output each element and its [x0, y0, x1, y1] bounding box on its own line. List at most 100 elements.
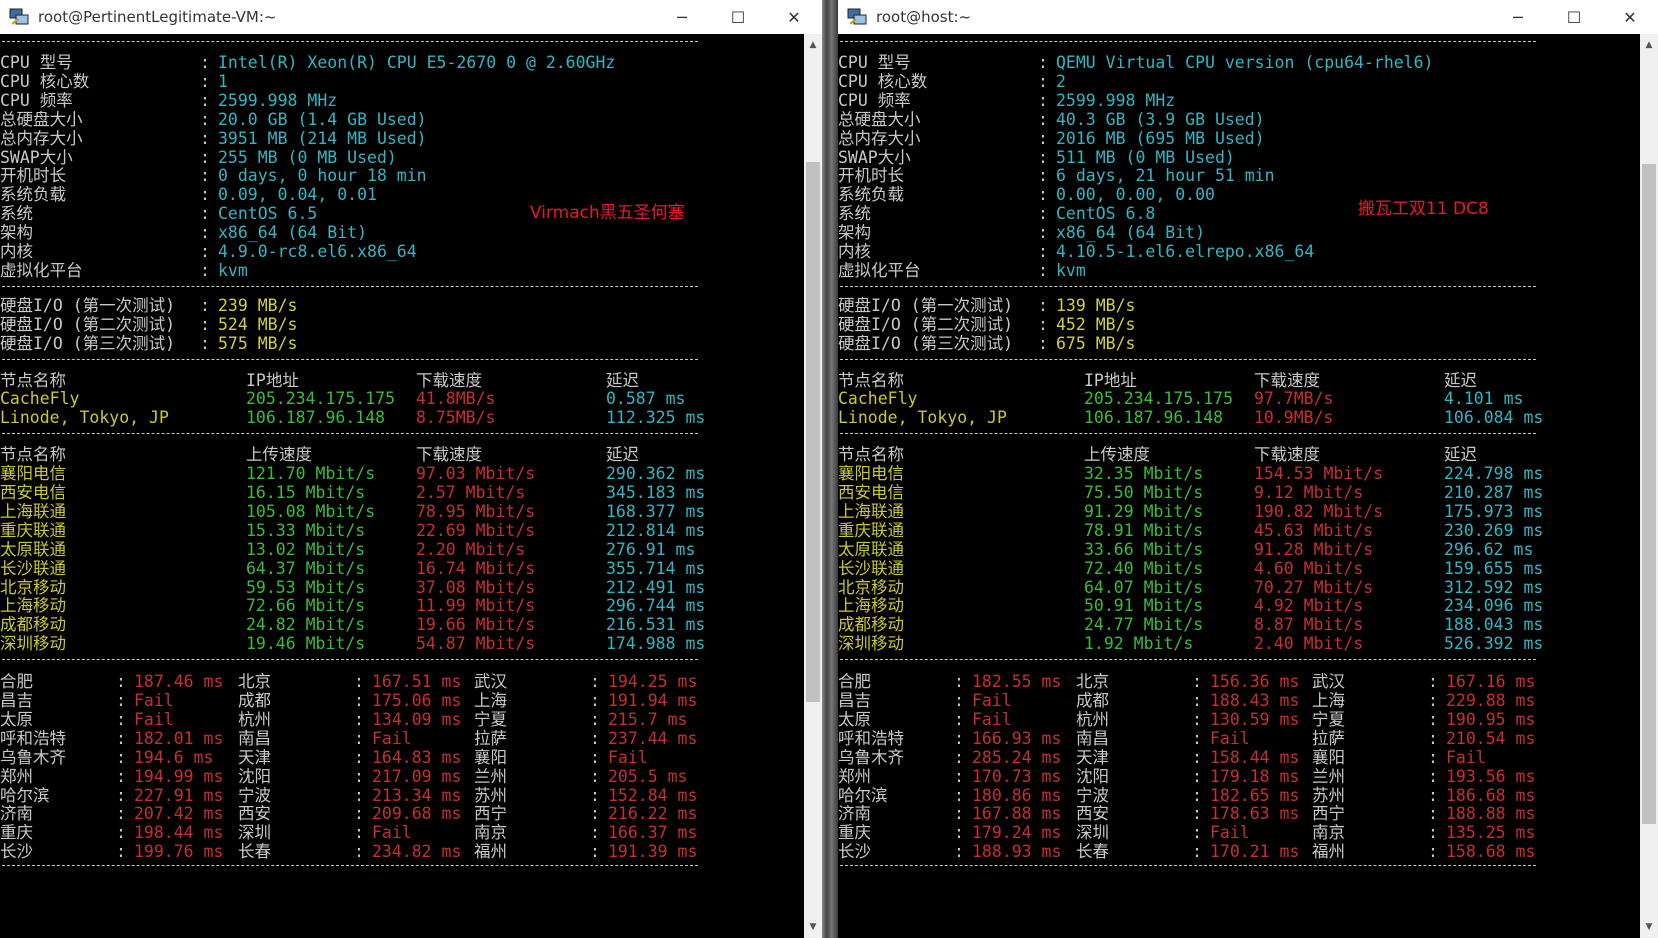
- colon-separator: :: [1038, 71, 1048, 91]
- ping-value: 182.65 ms: [1210, 785, 1300, 805]
- ping-value: 178.63 ms: [1210, 804, 1300, 824]
- sysinfo-value: x86_64 (64 Bit): [218, 223, 368, 243]
- colon-separator: :: [590, 823, 600, 843]
- terminal-window-left: root@PertinentLegitimate-VM:~ ─ ☐ ✕ CPU …: [0, 0, 822, 938]
- close-button[interactable]: ✕: [766, 0, 822, 34]
- scrollbar-thumb[interactable]: [1642, 164, 1656, 824]
- minimize-button[interactable]: ─: [1490, 0, 1546, 34]
- separator-line: [2, 433, 698, 435]
- ping-value: 158.44 ms: [1210, 747, 1300, 767]
- scrollbar[interactable]: ▲ ▼: [804, 34, 822, 938]
- minimize-button[interactable]: ─: [654, 0, 710, 34]
- terminal-output[interactable]: CPU 型号: QEMU Virtual CPU version (cpu64-r…: [838, 34, 1638, 938]
- title-bar[interactable]: root@host:~ ─ ☐ ✕: [838, 0, 1658, 34]
- ping-city: 长沙: [838, 842, 871, 862]
- separator-line: [840, 433, 1536, 435]
- sysinfo-key: CPU 核心数: [838, 71, 928, 91]
- column-header: 节点名称: [838, 445, 904, 465]
- speedtest-row: 成都移动 24.77 Mbit/s 8.87 Mbit/s 188.043 ms: [838, 615, 1638, 635]
- scroll-up-arrow-icon[interactable]: ▲: [804, 36, 822, 54]
- column-header: 节点名称: [0, 370, 66, 390]
- column-header: 下载速度: [416, 370, 482, 390]
- speedtest-cell: 72.40 Mbit/s: [1084, 558, 1204, 578]
- sysinfo-key: 架构: [0, 223, 33, 243]
- ping-value: 164.83 ms: [372, 747, 462, 767]
- ping-row: 合肥:182.55 ms 北京:156.36 ms 武汉:167.16 ms: [838, 672, 1638, 692]
- scrollbar-thumb[interactable]: [806, 162, 820, 702]
- ping-city: 郑州: [838, 766, 871, 786]
- ping-value: 135.25 ms: [1446, 823, 1536, 843]
- ping-value: Fail: [608, 747, 648, 767]
- speedtest-cell: 11.99 Mbit/s: [416, 596, 536, 616]
- speedtest-cell: 22.69 Mbit/s: [416, 520, 536, 540]
- ping-value: 175.06 ms: [372, 691, 462, 710]
- colon-separator: :: [954, 691, 964, 710]
- ping-city: 西宁: [474, 804, 507, 824]
- ping-row: 昌吉: Fail 成都:175.06 ms 上海:191.94 ms: [0, 691, 800, 711]
- speedtest-cell: 224.798 ms: [1444, 464, 1544, 484]
- ping-row: 长沙:188.93 ms 长春:170.21 ms 福州:158.68 ms: [838, 842, 1638, 862]
- window-title: root@host:~: [876, 8, 972, 26]
- colon-separator: :: [1038, 185, 1048, 205]
- speedtest-cell: 64.37 Mbit/s: [246, 558, 366, 578]
- ping-value: Fail: [372, 728, 412, 748]
- ping-city: 长春: [1076, 842, 1109, 862]
- colon-separator: :: [1192, 709, 1202, 729]
- sysinfo-key: 总硬盘大小: [838, 109, 921, 129]
- colon-separator: :: [116, 747, 126, 767]
- scroll-down-arrow-icon[interactable]: ▼: [804, 918, 822, 936]
- ping-row: 郑州:194.99 ms 沈阳:217.09 ms 兰州:205.5 ms: [0, 767, 800, 787]
- download-cell: 10.9MB/s: [1254, 408, 1334, 428]
- sysinfo-key: 总内存大小: [0, 128, 83, 148]
- ping-city: 苏州: [474, 785, 507, 805]
- colon-separator: :: [200, 204, 210, 224]
- ping-row: 重庆:179.24 ms 深圳: Fail 南京:135.25 ms: [838, 823, 1638, 843]
- ping-value: 170.73 ms: [972, 766, 1062, 786]
- speedtest-cell: 212.814 ms: [606, 520, 706, 540]
- ping-value: 188.43 ms: [1210, 691, 1300, 710]
- title-bar[interactable]: root@PertinentLegitimate-VM:~ ─ ☐ ✕: [0, 0, 822, 34]
- ping-row: 重庆:198.44 ms 深圳: Fail 南京:166.37 ms: [0, 823, 800, 843]
- maximize-button[interactable]: ☐: [710, 0, 766, 34]
- ping-city: 济南: [0, 804, 33, 824]
- speedtest-cell: 97.03 Mbit/s: [416, 464, 536, 484]
- colon-separator: :: [1038, 90, 1048, 110]
- speedtest-cell: 296.62 ms: [1444, 539, 1534, 559]
- ping-value: 167.88 ms: [972, 804, 1062, 824]
- ping-city: 昌吉: [838, 691, 871, 710]
- speedtest-cell: 9.12 Mbit/s: [1254, 483, 1364, 502]
- terminal-output[interactable]: CPU 型号: Intel(R) Xeon(R) CPU E5-2670 0 @ …: [0, 34, 800, 938]
- colon-separator: :: [1192, 823, 1202, 843]
- download-cell: CacheFly: [0, 389, 80, 409]
- colon-separator: :: [590, 785, 600, 805]
- close-button[interactable]: ✕: [1602, 0, 1658, 34]
- colon-separator: :: [1038, 314, 1048, 334]
- scroll-up-arrow-icon[interactable]: ▲: [1640, 36, 1658, 54]
- scroll-down-arrow-icon[interactable]: ▼: [1640, 918, 1658, 936]
- sysinfo-key: CPU 频率: [0, 90, 73, 110]
- sysinfo-value: CentOS 6.5: [218, 204, 318, 224]
- speedtest-row: 深圳移动 1.92 Mbit/s 2.40 Mbit/s 526.392 ms: [838, 634, 1638, 654]
- speedtest-row: 北京移动 59.53 Mbit/s 37.08 Mbit/s 212.491 ms: [0, 578, 800, 598]
- maximize-button[interactable]: ☐: [1546, 0, 1602, 34]
- speedtest-cell: 159.655 ms: [1444, 558, 1544, 578]
- colon-separator: :: [1192, 747, 1202, 767]
- speedtest-row: 襄阳电信 121.70 Mbit/s 97.03 Mbit/s 290.362 ms: [0, 464, 800, 484]
- sysinfo-key: 系统负载: [0, 185, 66, 205]
- download-cell: Linode, Tokyo, JP: [0, 408, 169, 428]
- ping-value: 188.88 ms: [1446, 804, 1536, 824]
- ping-value: 213.34 ms: [372, 785, 462, 805]
- speedtest-row: 太原联通 33.66 Mbit/s 91.28 Mbit/s 296.62 ms: [838, 540, 1638, 560]
- sysinfo-key: 总内存大小: [838, 128, 921, 148]
- speedtest-cell: 24.82 Mbit/s: [246, 615, 366, 635]
- speedtest-cell: 154.53 Mbit/s: [1254, 464, 1384, 484]
- sysinfo-value: 20.0 GB (1.4 GB Used): [218, 109, 427, 129]
- colon-separator: :: [354, 823, 364, 843]
- ping-city: 西宁: [1312, 804, 1345, 824]
- colon-separator: :: [200, 128, 210, 148]
- sysinfo-value: x86_64 (64 Bit): [1056, 223, 1206, 243]
- scrollbar[interactable]: ▲ ▼: [1640, 34, 1658, 938]
- ping-city: 上海: [474, 691, 507, 710]
- ping-value: 191.94 ms: [608, 691, 698, 710]
- colon-separator: :: [1038, 223, 1048, 243]
